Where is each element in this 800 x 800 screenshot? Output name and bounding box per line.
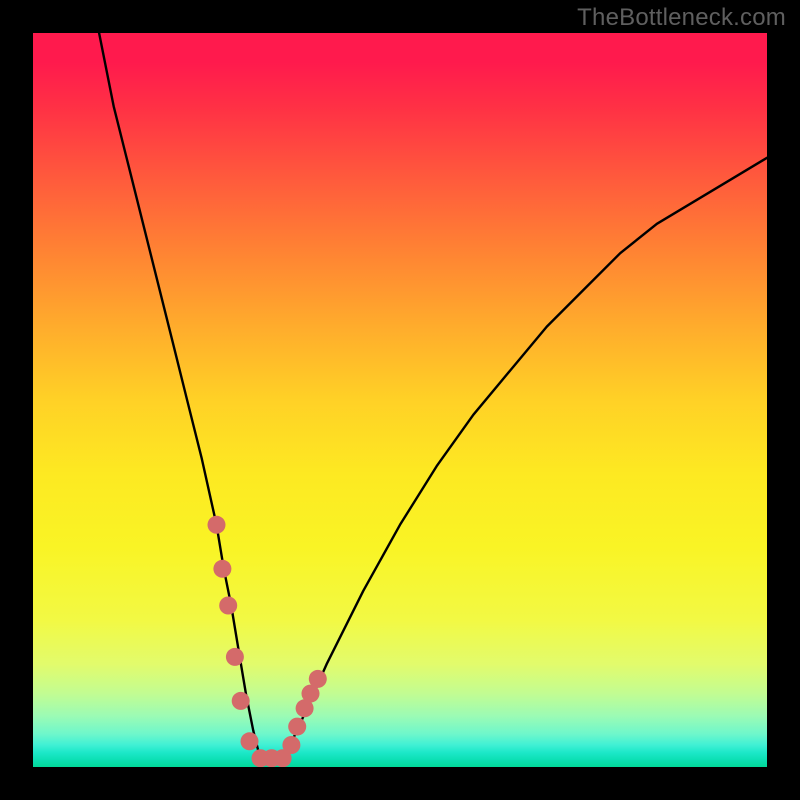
curve-marker — [288, 718, 306, 736]
curve-layer — [33, 33, 767, 767]
marker-group — [208, 516, 327, 767]
curve-marker — [226, 648, 244, 666]
curve-marker — [219, 597, 237, 615]
curve-marker — [241, 732, 259, 750]
plot-area — [33, 33, 767, 767]
curve-marker — [208, 516, 226, 534]
curve-marker — [309, 670, 327, 688]
bottleneck-curve — [99, 33, 767, 765]
curve-marker — [213, 560, 231, 578]
watermark-text: TheBottleneck.com — [577, 4, 786, 32]
curve-marker — [232, 692, 250, 710]
curve-marker — [282, 736, 300, 754]
chart-frame: TheBottleneck.com — [0, 0, 800, 800]
